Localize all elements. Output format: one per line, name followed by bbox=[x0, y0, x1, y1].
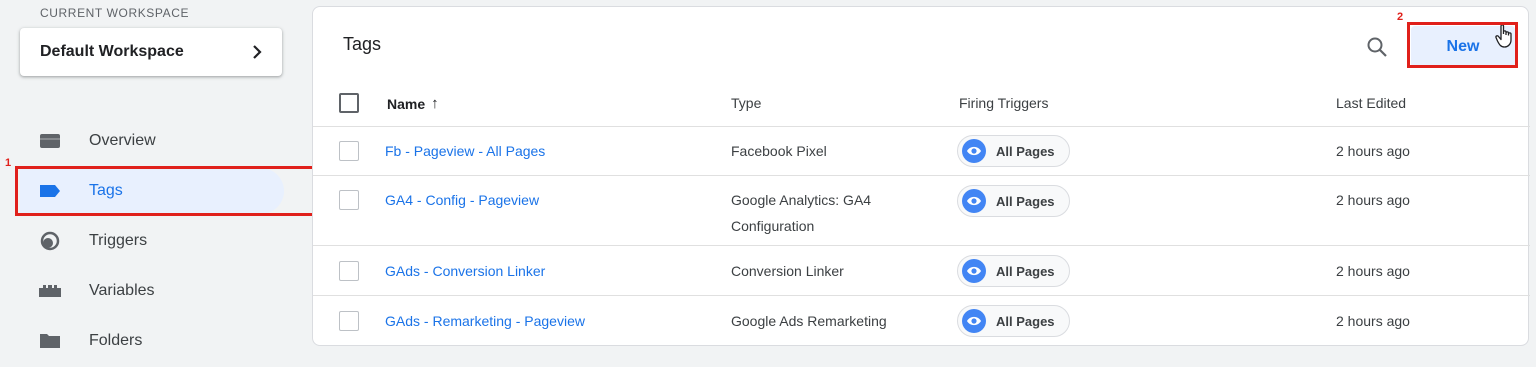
trigger-chip[interactable]: All Pages bbox=[957, 255, 1070, 287]
tag-type: Google Ads Remarketing bbox=[731, 313, 887, 329]
trigger-chip-label: All Pages bbox=[996, 263, 1055, 279]
tag-type: Conversion Linker bbox=[731, 263, 844, 279]
table-row[interactable]: Fb - Pageview - All Pages Facebook Pixel… bbox=[313, 127, 1530, 176]
table-row[interactable]: GAds - Conversion Linker Conversion Link… bbox=[313, 246, 1530, 296]
eye-icon bbox=[962, 139, 986, 163]
sidebar-item-label: Overview bbox=[89, 132, 156, 149]
trigger-icon bbox=[38, 229, 62, 253]
annotation-number-1: 1 bbox=[5, 157, 12, 169]
trigger-chip-label: All Pages bbox=[996, 143, 1055, 159]
last-edited: 2 hours ago bbox=[1336, 143, 1410, 159]
tag-name-link[interactable]: GAds - Conversion Linker bbox=[385, 259, 545, 284]
column-header-triggers[interactable]: Firing Triggers bbox=[959, 95, 1048, 111]
row-checkbox[interactable] bbox=[339, 261, 359, 281]
search-icon[interactable] bbox=[1365, 35, 1389, 59]
sidebar-item-variables[interactable]: Variables bbox=[20, 268, 284, 314]
column-header-type[interactable]: Type bbox=[731, 95, 761, 111]
column-header-name[interactable]: Name ↑ bbox=[387, 95, 439, 112]
tag-type: Facebook Pixel bbox=[731, 143, 827, 159]
trigger-chip[interactable]: All Pages bbox=[957, 185, 1070, 217]
sidebar-item-tags[interactable]: Tags bbox=[20, 168, 284, 214]
tags-card: Tags New 2 Name ↑ Type Firing Triggers L… bbox=[312, 6, 1530, 346]
row-checkbox[interactable] bbox=[339, 311, 359, 331]
eye-icon bbox=[962, 259, 986, 283]
table-row[interactable]: GA4 - Config - Pageview Google Analytics… bbox=[313, 176, 1530, 246]
workspace-selector[interactable]: Default Workspace bbox=[20, 28, 282, 76]
overview-icon bbox=[38, 129, 62, 153]
chevron-right-icon bbox=[253, 45, 262, 59]
annotation-number-2: 2 bbox=[1397, 11, 1404, 23]
last-edited: 2 hours ago bbox=[1336, 313, 1410, 329]
eye-icon bbox=[962, 189, 986, 213]
workspace-name: Default Workspace bbox=[40, 43, 184, 60]
workspace-label: CURRENT WORKSPACE bbox=[40, 6, 190, 20]
variables-icon bbox=[38, 279, 62, 303]
sidebar-item-overview[interactable]: Overview bbox=[20, 118, 284, 164]
sidebar-item-label: Triggers bbox=[89, 232, 148, 249]
column-header-last-edited[interactable]: Last Edited bbox=[1336, 95, 1406, 111]
column-header-name-label: Name bbox=[387, 95, 426, 112]
last-edited: 2 hours ago bbox=[1336, 263, 1410, 279]
table-row[interactable]: GAds - Remarketing - Pageview Google Ads… bbox=[313, 296, 1530, 346]
sidebar-item-label: Folders bbox=[89, 332, 143, 349]
sidebar-item-label: Variables bbox=[89, 282, 155, 299]
trigger-chip[interactable]: All Pages bbox=[957, 135, 1070, 167]
trigger-chip-label: All Pages bbox=[996, 193, 1055, 209]
select-all-checkbox[interactable] bbox=[339, 93, 359, 113]
tag-type: Google Analytics: GA4 bbox=[731, 192, 872, 208]
sidebar-item-label: Tags bbox=[89, 182, 123, 199]
hand-cursor-icon bbox=[1495, 24, 1512, 48]
sidebar: CURRENT WORKSPACE Default Workspace Over… bbox=[0, 0, 315, 367]
folder-icon bbox=[38, 329, 62, 353]
trigger-chip-label: All Pages bbox=[996, 313, 1055, 329]
sidebar-item-folders[interactable]: Folders bbox=[20, 318, 284, 364]
row-checkbox[interactable] bbox=[339, 190, 359, 210]
page-title: Tags bbox=[343, 34, 382, 54]
last-edited: 2 hours ago bbox=[1336, 192, 1410, 208]
table-header: Name ↑ Type Firing Triggers Last Edited bbox=[313, 81, 1530, 127]
trigger-chip[interactable]: All Pages bbox=[957, 305, 1070, 337]
tag-name-link[interactable]: Fb - Pageview - All Pages bbox=[385, 139, 545, 164]
sidebar-item-triggers[interactable]: Triggers bbox=[20, 218, 284, 264]
sort-ascending-icon: ↑ bbox=[431, 95, 439, 112]
tag-name-link[interactable]: GA4 - Config - Pageview bbox=[385, 188, 539, 213]
eye-icon bbox=[962, 309, 986, 333]
tag-type-line-2: Configuration bbox=[731, 218, 815, 234]
tag-icon bbox=[38, 179, 62, 203]
tag-name-link[interactable]: GAds - Remarketing - Pageview bbox=[385, 309, 585, 334]
row-checkbox[interactable] bbox=[339, 141, 359, 161]
